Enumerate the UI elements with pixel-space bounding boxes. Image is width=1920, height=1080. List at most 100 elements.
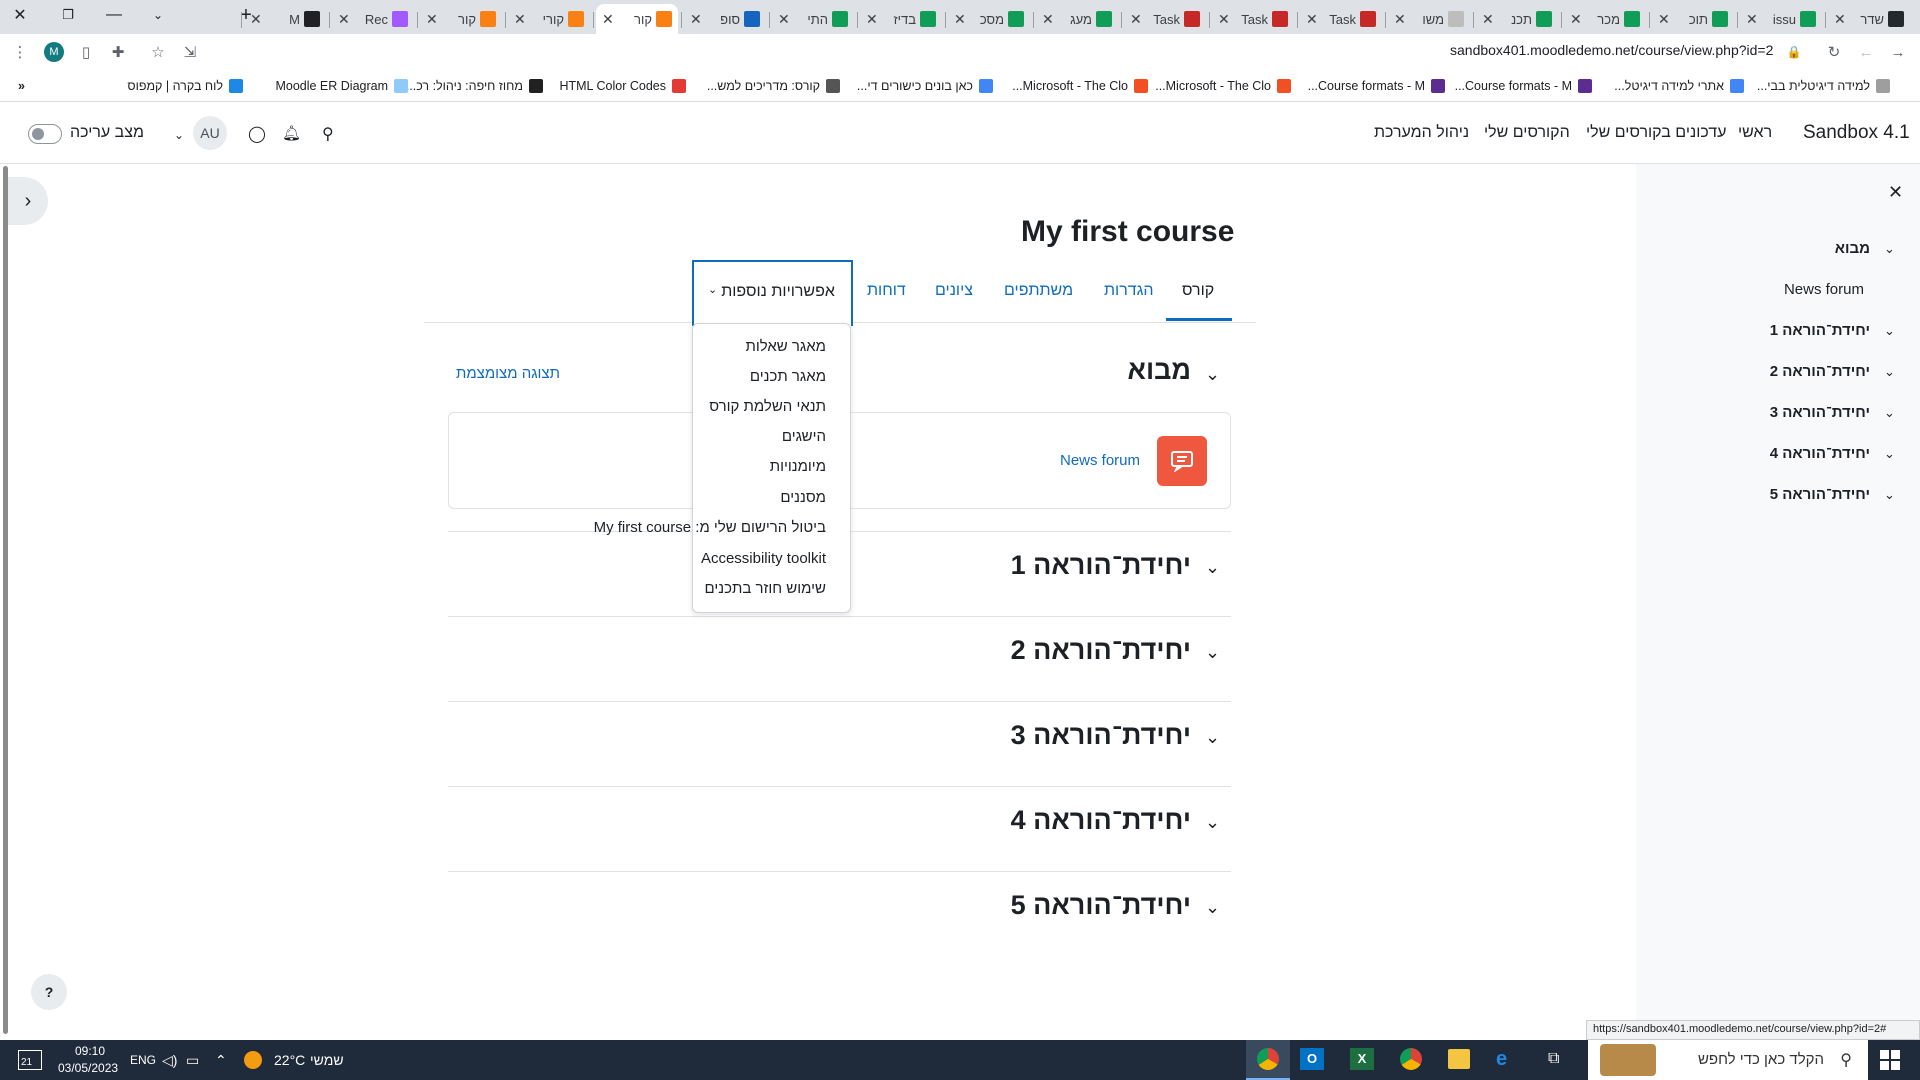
- bookmark-item[interactable]: Course formats - M...: [1308, 76, 1445, 96]
- minimize-window-icon[interactable]: —: [94, 0, 134, 30]
- bookmark-item[interactable]: מחוז חיפה: ניהול: רכ...: [406, 76, 543, 96]
- browser-tab[interactable]: תכנ ✕: [1476, 4, 1558, 34]
- close-tab-icon[interactable]: ✕: [1130, 11, 1142, 28]
- nav-link-site-admin[interactable]: ניהול המערכת: [1374, 124, 1469, 142]
- browser-tab[interactable]: משו ✕: [1388, 4, 1470, 34]
- browser-tab[interactable]: M ✕: [244, 4, 326, 34]
- index-news-forum[interactable]: News forum: [1784, 281, 1864, 298]
- browser-tab[interactable]: בדיז ✕: [860, 4, 942, 34]
- open-block-drawer-icon[interactable]: ›: [8, 177, 48, 225]
- close-tab-icon[interactable]: ✕: [338, 11, 350, 28]
- browser-tab[interactable]: Task ✕: [1300, 4, 1382, 34]
- browser-tab[interactable]: סופ ✕: [684, 4, 766, 34]
- edge-icon[interactable]: e: [1496, 1048, 1520, 1072]
- clock-date[interactable]: 03/05/2023: [58, 1061, 118, 1075]
- close-tab-icon[interactable]: ✕: [514, 11, 526, 28]
- browser-tab[interactable]: Task ✕: [1212, 4, 1294, 34]
- search-icon[interactable]: ⚲: [322, 124, 334, 144]
- help-icon[interactable]: ?: [31, 974, 67, 1010]
- extensions-icon[interactable]: ✚: [106, 40, 130, 64]
- chevron-down-icon[interactable]: ⌄: [1205, 812, 1220, 833]
- bookmark-item[interactable]: Microsoft - The Clo...: [1012, 76, 1148, 96]
- section-title-intro[interactable]: מבוא: [1128, 355, 1191, 386]
- section-title-3[interactable]: יחידת־הוראה 3: [1011, 720, 1191, 751]
- close-tab-icon[interactable]: ✕: [1658, 11, 1670, 28]
- bookmark-item[interactable]: קורס: מדריכים למש...: [707, 76, 840, 96]
- windows-start-icon[interactable]: [1880, 1050, 1900, 1070]
- back-icon[interactable]: →: [1886, 40, 1910, 64]
- tab-settings[interactable]: הגדרות: [1104, 282, 1154, 300]
- edit-mode-toggle[interactable]: [28, 124, 62, 144]
- chevron-down-icon[interactable]: ⌄: [1205, 557, 1220, 578]
- chrome-icon[interactable]: [1400, 1048, 1422, 1070]
- chevron-down-icon[interactable]: ⌄: [1205, 897, 1220, 918]
- forward-icon[interactable]: ←: [1854, 40, 1878, 64]
- browser-tab[interactable]: התי ✕: [772, 4, 854, 34]
- chevron-down-icon[interactable]: ⌄: [1884, 323, 1895, 339]
- menu-item-question-bank[interactable]: מאגר שאלות: [745, 338, 826, 355]
- share-icon[interactable]: ⇲: [178, 40, 202, 64]
- close-tab-icon[interactable]: ✕: [1746, 11, 1758, 28]
- nav-link-my-courses[interactable]: הקורסים שלי: [1484, 124, 1570, 142]
- close-tab-icon[interactable]: ✕: [250, 11, 262, 28]
- browser-tab[interactable]: קורי ✕: [508, 4, 590, 34]
- index-section-4[interactable]: יחידת־הוראה 4: [1770, 445, 1870, 462]
- menu-item-competencies[interactable]: מיומנויות: [770, 458, 826, 475]
- chevron-up-icon[interactable]: ⌃: [215, 1052, 227, 1069]
- bookmark-item[interactable]: למידה דיגיטלית בבי...: [1757, 76, 1890, 96]
- profile-avatar[interactable]: M: [42, 40, 66, 64]
- chevron-down-icon[interactable]: ⌄: [1884, 487, 1895, 503]
- browser-tab[interactable]: מסכ ✕: [948, 4, 1030, 34]
- more-options-dropdown[interactable]: אפשרויות נוספות ⌄: [692, 260, 853, 326]
- bookmark-item[interactable]: Moodle ER Diagram: [275, 76, 408, 96]
- browser-tab[interactable]: issu ✕: [1740, 4, 1822, 34]
- restore-window-icon[interactable]: ❐: [48, 0, 88, 30]
- close-window-icon[interactable]: ✕: [0, 0, 40, 30]
- bookmark-item[interactable]: HTML Color Codes: [559, 76, 686, 96]
- chevron-down-icon[interactable]: ⌄: [1205, 364, 1220, 385]
- user-avatar[interactable]: AU: [193, 116, 227, 150]
- url-field[interactable]: sandbox401.moodledemo.net/course/view.ph…: [1450, 42, 1773, 58]
- bookmark-item[interactable]: לוח בקרה | קמפוס: [127, 76, 243, 96]
- close-tab-icon[interactable]: ✕: [602, 11, 614, 28]
- tab-participants[interactable]: משתתפים: [1004, 282, 1073, 300]
- browser-tab[interactable]: Rec ✕: [332, 4, 414, 34]
- close-tab-icon[interactable]: ✕: [1834, 11, 1846, 28]
- chevron-down-icon[interactable]: ⌄: [1205, 642, 1220, 663]
- clock-time[interactable]: 09:10: [75, 1044, 105, 1058]
- browser-tab[interactable]: שדר ✕: [1828, 4, 1910, 34]
- chevron-down-icon[interactable]: ⌄: [1205, 727, 1220, 748]
- collapse-all-link[interactable]: תצוגה מצומצמת: [456, 365, 560, 382]
- browser-tab[interactable]: מעג ✕: [1036, 4, 1118, 34]
- browser-tab[interactable]: מכר ✕: [1564, 4, 1646, 34]
- lock-icon[interactable]: 🔒: [1782, 40, 1806, 64]
- menu-item-content-reuse[interactable]: שימוש חוזר בתכנים: [705, 580, 826, 597]
- volume-icon[interactable]: ◁): [162, 1052, 177, 1069]
- nav-link-home[interactable]: ראשי: [1738, 124, 1772, 142]
- chevron-down-icon[interactable]: ⌄: [1884, 446, 1895, 462]
- bookmark-star-icon[interactable]: ☆: [146, 40, 170, 64]
- news-forum-link[interactable]: News forum: [1060, 452, 1140, 469]
- menu-item-content-bank[interactable]: מאגר תכנים: [750, 368, 826, 385]
- menu-item-filters[interactable]: מסננים: [780, 489, 826, 506]
- close-tab-icon[interactable]: ✕: [426, 11, 438, 28]
- page-scrollbar[interactable]: [3, 166, 8, 1034]
- section-title-5[interactable]: יחידת־הוראה 5: [1011, 890, 1191, 921]
- close-tab-icon[interactable]: ✕: [1218, 11, 1230, 28]
- index-section-intro[interactable]: מבוא: [1835, 240, 1870, 257]
- task-view-icon[interactable]: ⧉: [1548, 1050, 1559, 1068]
- bookmarks-overflow-icon[interactable]: »: [18, 76, 25, 96]
- user-menu-chevron-icon[interactable]: ⌄: [174, 128, 184, 142]
- index-section-2[interactable]: יחידת־הוראה 2: [1770, 363, 1870, 380]
- tab-grades[interactable]: ציונים: [935, 282, 973, 300]
- tab-search-chevron-icon[interactable]: ⌄: [138, 0, 178, 30]
- sun-icon[interactable]: [244, 1051, 262, 1069]
- close-tab-icon[interactable]: ✕: [1570, 11, 1582, 28]
- bookmark-item[interactable]: Microsoft - The Clo...: [1155, 76, 1291, 96]
- browser-tab[interactable]: תוכ ✕: [1652, 4, 1734, 34]
- close-tab-icon[interactable]: ✕: [778, 11, 790, 28]
- file-explorer-icon[interactable]: [1448, 1049, 1470, 1069]
- close-tab-icon[interactable]: ✕: [1482, 11, 1494, 28]
- close-tab-icon[interactable]: ✕: [1394, 11, 1406, 28]
- chrome-taskbar-active[interactable]: [1246, 1040, 1290, 1080]
